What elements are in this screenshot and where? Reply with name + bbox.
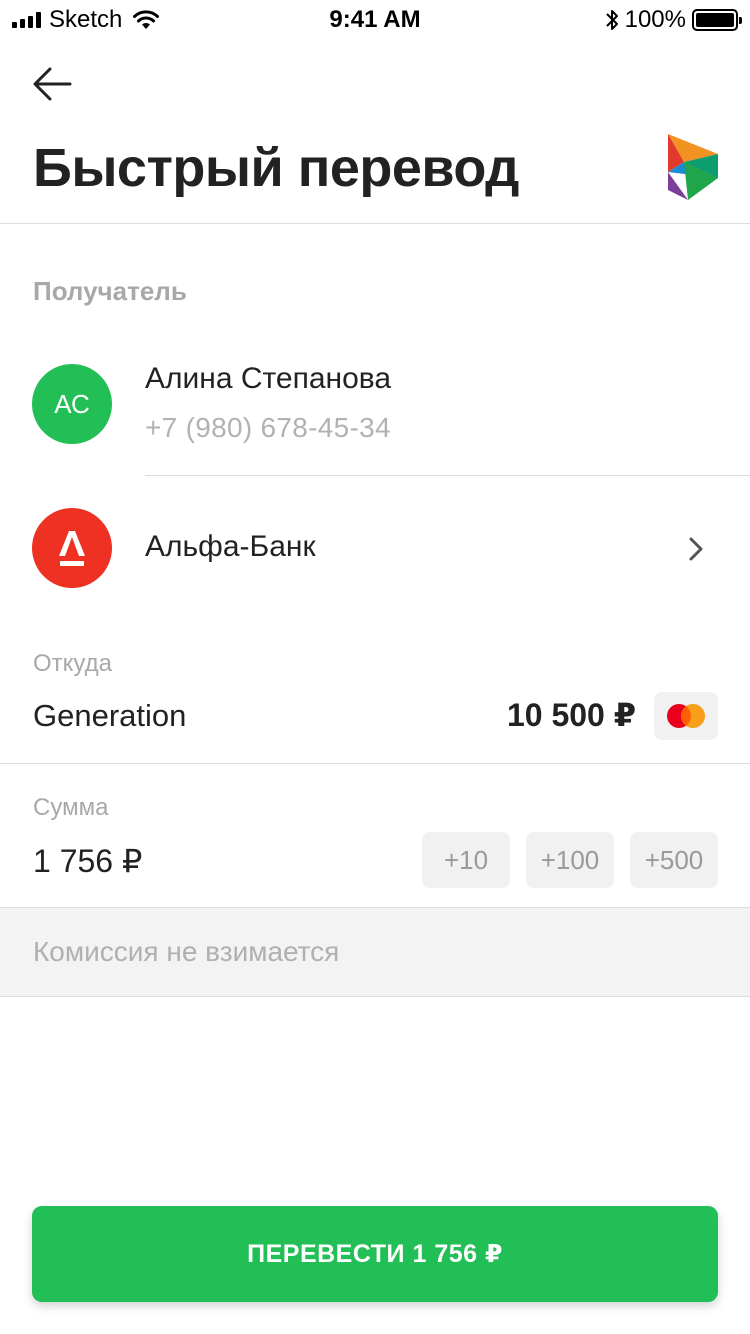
commission-text: Комиссия не взимается (33, 936, 340, 967)
card-select-button[interactable] (654, 692, 718, 740)
avatar: АС (32, 364, 112, 444)
source-divider (0, 763, 750, 764)
header-divider (0, 223, 750, 224)
chevron-right-icon[interactable] (684, 534, 710, 564)
quick-add-10-button[interactable]: +10 (422, 832, 510, 888)
status-right: 100% (605, 6, 742, 34)
battery-icon (692, 9, 742, 31)
commission-bottom-divider (0, 996, 750, 997)
status-bar: Sketch 9:41 AM 100% (0, 0, 750, 40)
source-balance: 10 500 ₽ (506, 697, 636, 733)
page-title: Быстрый перевод (33, 138, 519, 198)
bluetooth-icon (605, 10, 618, 30)
back-button[interactable] (28, 60, 76, 108)
quick-add-100-button[interactable]: +100 (526, 832, 614, 888)
transfer-button[interactable]: ПЕРЕВЕСТИ 1 756 ₽ (32, 1206, 718, 1302)
recipient-phone: +7 (980) 678-45-34 (145, 412, 391, 443)
recipient-section-label: Получатель (33, 276, 187, 306)
arrow-left-icon (33, 67, 72, 101)
sbp-logo-icon (668, 134, 718, 200)
bank-select-row[interactable] (0, 498, 750, 598)
mastercard-icon (667, 704, 705, 728)
recipient-divider (145, 475, 750, 476)
amount-input[interactable]: 1 756 ₽ (33, 842, 142, 880)
transfer-button-label: ПЕРЕВЕСТИ 1 756 ₽ (247, 1240, 503, 1268)
recipient-name: Алина Степанова (145, 362, 392, 395)
battery-percent: 100% (624, 6, 686, 33)
alfa-bank-icon (32, 508, 112, 588)
amount-label: Сумма (33, 794, 109, 821)
source-label: Откуда (33, 650, 112, 677)
bank-name: Альфа-Банк (145, 530, 316, 563)
source-account-name[interactable]: Generation (33, 698, 186, 734)
commission-top-divider (0, 907, 750, 908)
quick-add-500-button[interactable]: +500 (630, 832, 718, 888)
avatar-initials: АС (54, 388, 90, 419)
